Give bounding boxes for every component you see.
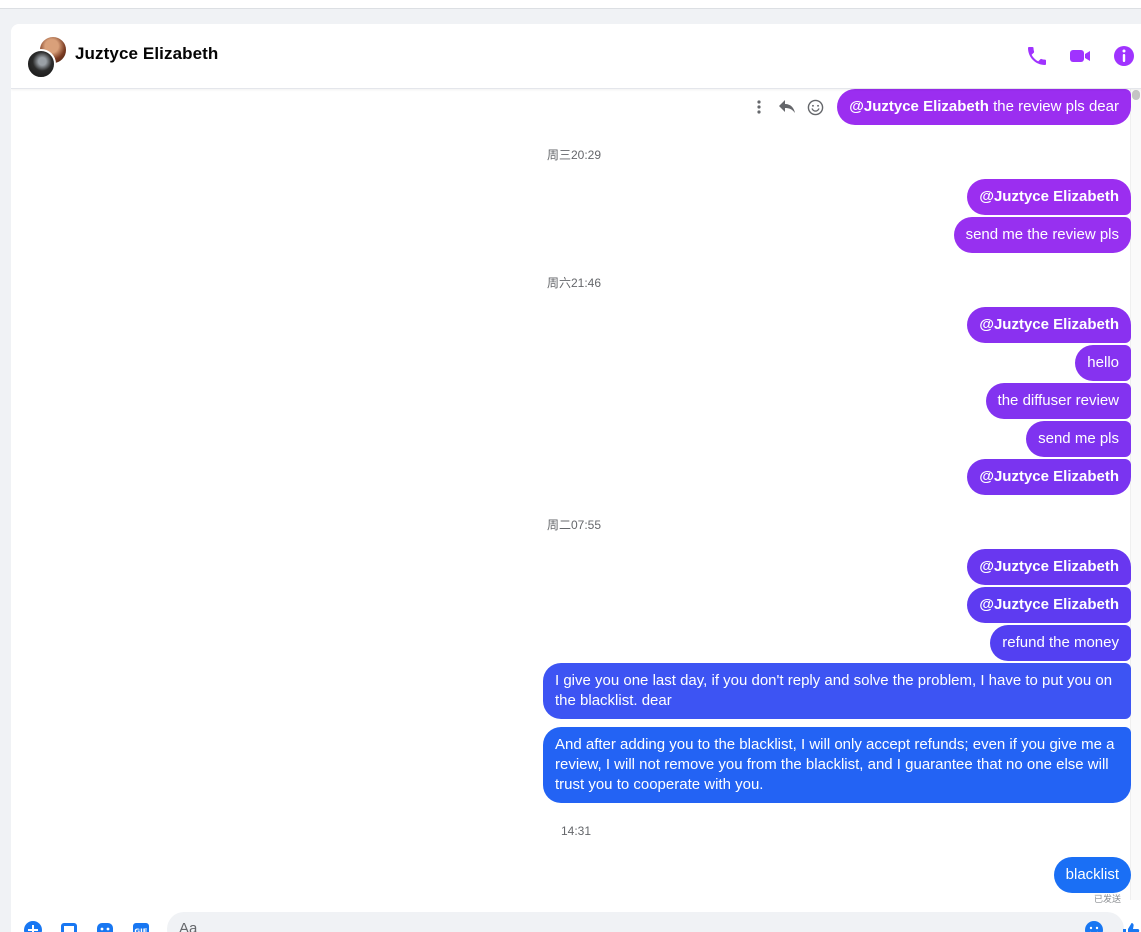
- phone-icon[interactable]: [1025, 44, 1049, 68]
- sticker-icon[interactable]: [95, 920, 115, 932]
- message-bubble[interactable]: @Juztyce Elizabeth: [967, 587, 1131, 623]
- plus-icon[interactable]: [23, 920, 43, 932]
- composer: GIF Aa: [11, 912, 1141, 932]
- message-actions: [747, 96, 829, 118]
- message-text: refund the money: [1002, 634, 1119, 651]
- svg-text:GIF: GIF: [134, 928, 147, 932]
- message-text: I give you one last day, if you don't re…: [555, 672, 1113, 709]
- message-bubble[interactable]: And after adding you to the blacklist, I…: [543, 727, 1131, 803]
- message-text: the diffuser review: [997, 392, 1119, 409]
- emoji-icon[interactable]: [1084, 920, 1104, 932]
- browser-top-strip: [0, 0, 1141, 9]
- message-text: send me the review pls: [965, 226, 1119, 243]
- info-icon[interactable]: [1112, 44, 1136, 68]
- seen-status: 已发送: [1093, 894, 1121, 904]
- scrollbar-thumb[interactable]: [1132, 90, 1140, 100]
- mention[interactable]: @Juztyce Elizabeth: [979, 316, 1119, 333]
- message-bubble[interactable]: hello: [1075, 345, 1131, 381]
- message-bubble[interactable]: @Juztyce Elizabeth: [967, 179, 1131, 215]
- message-bubble[interactable]: @Juztyce Elizabeth: [967, 459, 1131, 495]
- timestamp: 14:31: [561, 824, 592, 838]
- mention[interactable]: @Juztyce Elizabeth: [979, 558, 1119, 575]
- avatar: [26, 49, 56, 79]
- timestamp: 周六21:46: [547, 276, 602, 290]
- message-text: the review pls dear: [988, 98, 1119, 115]
- chat-panel: Juztyce Elizabeth @Juztyce Elizabeth the…: [11, 24, 1141, 932]
- thumbs-up-icon[interactable]: [1121, 920, 1141, 932]
- gallery-icon[interactable]: [59, 920, 79, 932]
- message-text: And after adding you to the blacklist, I…: [555, 736, 1115, 793]
- gif-icon[interactable]: GIF: [131, 920, 151, 932]
- message-text: hello: [1087, 354, 1119, 371]
- message-bubble[interactable]: send me pls: [1026, 421, 1131, 457]
- message-text: send me pls: [1038, 430, 1119, 447]
- more-icon[interactable]: [749, 96, 769, 118]
- message-bubble[interactable]: refund the money: [990, 625, 1131, 661]
- mention[interactable]: @Juztyce Elizabeth: [979, 188, 1119, 205]
- message-bubble[interactable]: @Juztyce Elizabeth the review pls dear: [837, 89, 1131, 125]
- message-bubble[interactable]: @Juztyce Elizabeth: [967, 307, 1131, 343]
- reply-icon[interactable]: [777, 96, 797, 118]
- message-bubble[interactable]: @Juztyce Elizabeth: [967, 549, 1131, 585]
- message-bubble[interactable]: blacklist: [1053, 857, 1131, 893]
- message-bubble[interactable]: send me the review pls: [953, 217, 1131, 253]
- message-text: blacklist: [1065, 866, 1119, 883]
- message-input[interactable]: Aa: [167, 912, 1124, 932]
- group-avatar[interactable]: [26, 35, 70, 79]
- mention[interactable]: @Juztyce Elizabeth: [979, 596, 1119, 613]
- video-icon[interactable]: [1068, 44, 1092, 68]
- scrollbar[interactable]: [1130, 89, 1141, 900]
- message-bubble[interactable]: the diffuser review: [985, 383, 1131, 419]
- timestamp: 周二07:55: [547, 518, 602, 532]
- conversation-title[interactable]: Juztyce Elizabeth: [75, 44, 218, 64]
- react-icon[interactable]: [805, 96, 825, 118]
- mention[interactable]: @Juztyce Elizabeth: [979, 468, 1119, 485]
- mention[interactable]: @Juztyce Elizabeth: [849, 98, 989, 115]
- chat-header: Juztyce Elizabeth: [11, 24, 1141, 89]
- message-bubble[interactable]: I give you one last day, if you don't re…: [543, 663, 1131, 719]
- timestamp: 周三20:29: [547, 148, 602, 162]
